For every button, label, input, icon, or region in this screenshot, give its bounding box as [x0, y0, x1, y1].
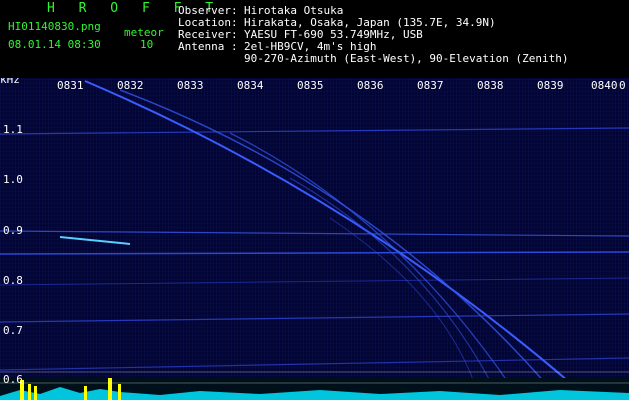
y-unit-label: kHz	[0, 78, 20, 86]
y-tick-1-0: 1.0	[3, 173, 23, 186]
spectrogram-traces	[0, 80, 629, 400]
x-tick-0834: 0834	[237, 79, 264, 92]
antenna-value-2: 90-270-Azimuth (East-West), 90-Elevation…	[244, 52, 569, 65]
datetime-label: 08.01.14 08:30	[8, 38, 101, 51]
y-tick-0-8: 0.8	[3, 274, 23, 287]
y-tick-0-6: 0.6	[3, 373, 23, 386]
header-panel: H R O F F T HI01140830.png 08.01.14 08:3…	[0, 0, 629, 78]
x-tick-0831: 0831	[57, 79, 84, 92]
antenna-label: Antenna	[178, 40, 225, 53]
y-tick-0-7: 0.7	[3, 324, 23, 337]
x-tick-0839: 0839	[537, 79, 564, 92]
x-tick-0835: 0835	[297, 79, 324, 92]
antenna-sep: :	[231, 40, 238, 53]
y-tick-0-9: 0.9	[3, 224, 23, 237]
x-tick-0833: 0833	[177, 79, 204, 92]
y-tick-1-1: 1.1	[3, 123, 23, 136]
x-tick-end: 0	[619, 79, 626, 92]
x-tick-0832: 0832	[117, 79, 144, 92]
x-tick-0840: 0840	[591, 79, 618, 92]
filename-label: HI01140830.png	[8, 20, 101, 33]
x-tick-0837: 0837	[417, 79, 444, 92]
spectrogram: kHz 1.1 1.0 0.9 0.8 0.7 0.6 0831 0832 08…	[0, 78, 629, 400]
x-tick-0838: 0838	[477, 79, 504, 92]
x-tick-0836: 0836	[357, 79, 384, 92]
meteor-count: 10	[140, 38, 154, 51]
